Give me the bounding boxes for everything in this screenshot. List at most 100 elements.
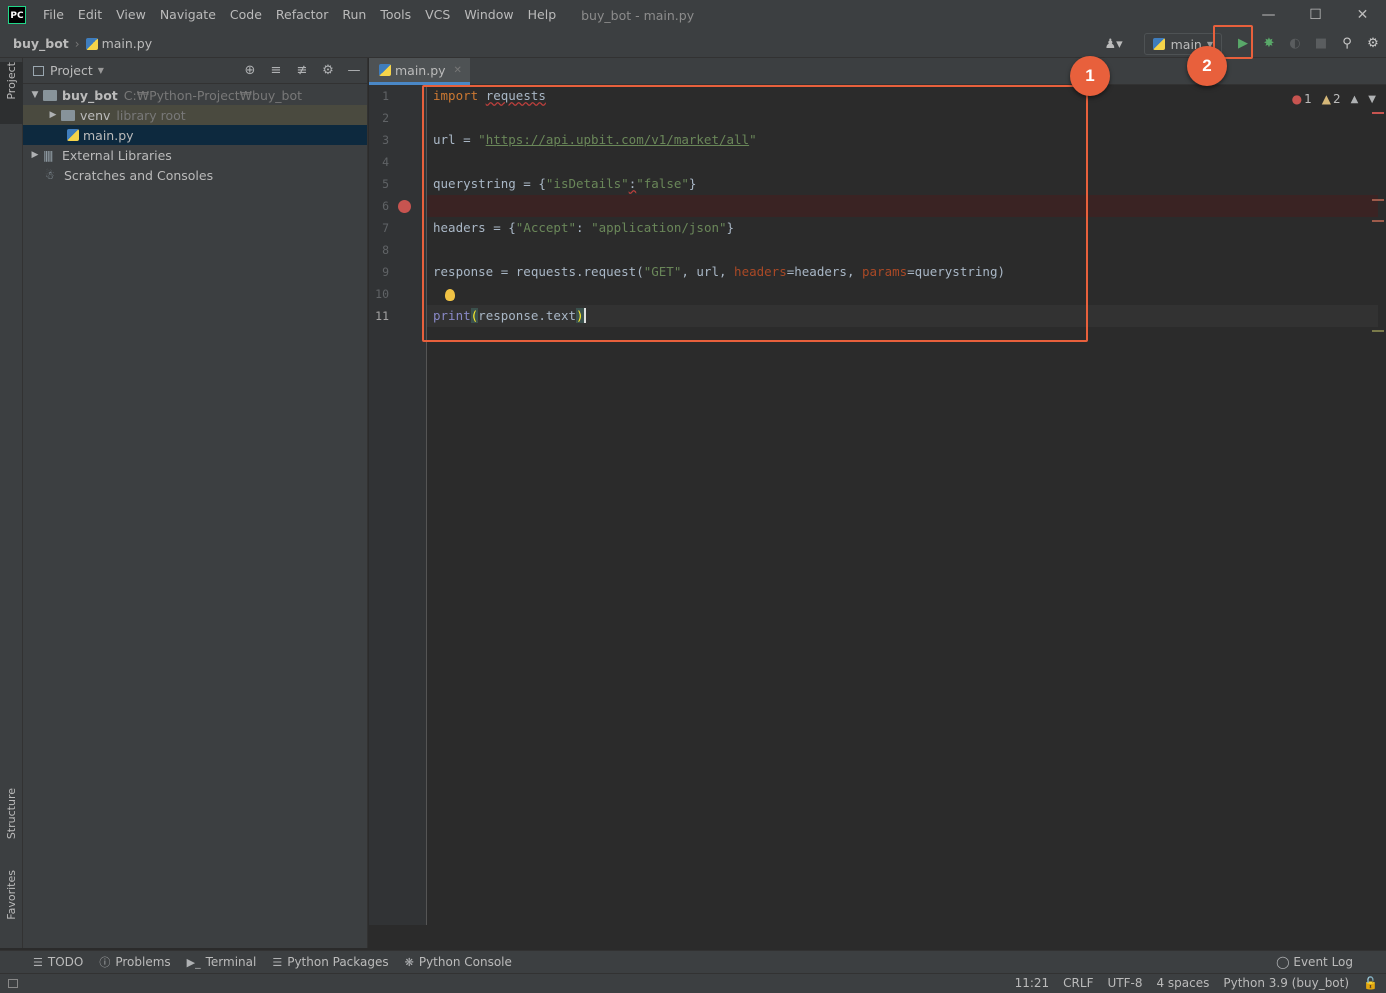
- caret-position[interactable]: 11:21: [1015, 974, 1050, 993]
- menu-navigate[interactable]: Navigate: [153, 0, 223, 30]
- terminal-icon: ▶_: [186, 955, 201, 969]
- error-stripe-marker[interactable]: [1372, 330, 1384, 332]
- todo-tab[interactable]: ☰ TODO: [33, 955, 83, 969]
- python-file-icon: [67, 129, 79, 141]
- breadcrumb-project[interactable]: buy_bot: [13, 36, 69, 51]
- line-number: 5: [382, 177, 389, 191]
- line-number: 7: [382, 221, 389, 235]
- coverage-icon[interactable]: ◐: [1282, 30, 1308, 58]
- gear-icon[interactable]: ⚙: [315, 58, 341, 84]
- project-tool-tab[interactable]: Project: [0, 62, 23, 124]
- search-icon[interactable]: ⚲: [1334, 30, 1360, 58]
- python-packages-tab[interactable]: ☰ Python Packages: [272, 955, 388, 969]
- menu-bar: File Edit View Navigate Code Refactor Ru…: [36, 0, 563, 30]
- line-separator[interactable]: CRLF: [1063, 974, 1093, 993]
- menu-window[interactable]: Window: [457, 0, 520, 30]
- menu-file[interactable]: File: [36, 0, 71, 30]
- line-number: 11: [375, 309, 389, 323]
- project-view-selector[interactable]: Project ▼: [33, 63, 104, 78]
- chevron-right-icon[interactable]: ▶: [27, 150, 43, 160]
- favorites-tool-tab[interactable]: Favorites: [0, 870, 23, 940]
- warning-count: 2: [1332, 92, 1341, 106]
- line-number: 1: [382, 89, 389, 103]
- structure-tool-tab[interactable]: Structure: [0, 788, 23, 858]
- menu-edit[interactable]: Edit: [71, 0, 109, 30]
- breadcrumb-separator-icon: ›: [74, 36, 80, 51]
- file-encoding[interactable]: UTF-8: [1107, 974, 1142, 993]
- folder-icon: [43, 89, 57, 101]
- close-icon[interactable]: ✕: [1339, 0, 1386, 30]
- python-interpreter[interactable]: Python 3.9 (buy_bot): [1223, 974, 1349, 993]
- warning-icon: ▲: [1321, 92, 1331, 106]
- stop-icon[interactable]: ■: [1308, 30, 1334, 58]
- problems-tab[interactable]: ⓘ Problems: [99, 954, 170, 970]
- error-icon: ●: [1291, 92, 1303, 106]
- error-stripe-marker[interactable]: [1372, 199, 1384, 201]
- collapse-all-icon[interactable]: ≢: [289, 58, 315, 84]
- line-number: 6: [382, 199, 389, 213]
- project-panel-title: Project: [50, 63, 93, 78]
- maximize-icon[interactable]: ☐: [1292, 0, 1339, 30]
- scratches-icon: ☃: [45, 168, 55, 182]
- tree-item-main-py[interactable]: main.py: [23, 125, 367, 145]
- menu-refactor[interactable]: Refactor: [269, 0, 335, 30]
- debug-icon[interactable]: ✸: [1256, 30, 1282, 58]
- error-count: 1: [1304, 92, 1312, 106]
- project-view-icon: [33, 65, 44, 76]
- tree-item-scratches[interactable]: ☃ Scratches and Consoles: [23, 165, 367, 185]
- breakpoint-icon[interactable]: [398, 200, 411, 213]
- status-bar: 11:21 CRLF UTF-8 4 spaces Python 3.9 (bu…: [0, 973, 1386, 993]
- tree-item-venv[interactable]: ▶ venv library root: [23, 105, 367, 125]
- breadcrumb: buy_bot › main.py: [0, 36, 152, 51]
- indent-setting[interactable]: 4 spaces: [1156, 974, 1209, 993]
- info-icon: ⓘ: [99, 956, 111, 969]
- editor-tab-bar: main.py ✕: [369, 58, 1386, 85]
- event-log-tab[interactable]: ◯ Event Log: [1276, 951, 1353, 974]
- line-number: 8: [382, 243, 389, 257]
- line-number: 4: [382, 155, 389, 169]
- menu-view[interactable]: View: [109, 0, 153, 30]
- line-number: 10: [375, 287, 389, 301]
- tree-item-buy-bot[interactable]: ▼ buy_bot C:₩Python-Project₩buy_bot: [23, 85, 367, 105]
- project-tree: ▼ buy_bot C:₩Python-Project₩buy_bot ▶ ve…: [23, 84, 367, 185]
- inspection-widget[interactable]: ● 1 ▲ 2 ▲ ▼: [1292, 92, 1376, 106]
- menu-vcs[interactable]: VCS: [418, 0, 457, 30]
- chevron-down-icon[interactable]: ▼: [1368, 94, 1376, 105]
- toggle-tool-windows-icon[interactable]: [8, 979, 18, 988]
- editor-gutter[interactable]: 1 2 3 4 5 6 7 8 9 10 11: [369, 85, 427, 925]
- terminal-tab[interactable]: ▶_ Terminal: [187, 955, 257, 969]
- chevron-down-icon[interactable]: ▼: [27, 90, 43, 100]
- folder-icon: [61, 109, 75, 121]
- locate-icon[interactable]: ⊕: [237, 58, 263, 84]
- error-stripe-marker[interactable]: [1372, 220, 1384, 222]
- python-console-tab[interactable]: ❋ Python Console: [405, 955, 512, 969]
- chevron-down-icon: ▼: [97, 66, 104, 75]
- menu-help[interactable]: Help: [521, 0, 564, 30]
- menu-code[interactable]: Code: [223, 0, 269, 30]
- annotation-badge-1: 1: [1070, 56, 1110, 96]
- python-icon: [1152, 38, 1165, 50]
- line-number: 9: [382, 265, 389, 279]
- code-highlight-box: [422, 85, 1088, 342]
- hide-icon[interactable]: —: [341, 58, 367, 84]
- line-number: 3: [382, 133, 389, 147]
- title-bar: PC File Edit View Navigate Code Refactor…: [0, 0, 1386, 30]
- menu-run[interactable]: Run: [335, 0, 373, 30]
- breadcrumb-file[interactable]: main.py: [102, 36, 153, 51]
- expand-all-icon[interactable]: ≡: [263, 58, 289, 84]
- user-icon[interactable]: ♟▾: [1100, 37, 1128, 52]
- close-tab-icon[interactable]: ✕: [454, 65, 462, 76]
- layers-icon: ☰: [272, 955, 283, 969]
- list-icon: ☰: [33, 955, 43, 969]
- chevron-up-icon[interactable]: ▲: [1351, 94, 1359, 105]
- menu-tools[interactable]: Tools: [373, 0, 418, 30]
- window-title: buy_bot - main.py: [581, 7, 695, 23]
- tree-item-external-libraries[interactable]: ▶ |||‖ External Libraries: [23, 145, 367, 165]
- editor-tab-main-py[interactable]: main.py ✕: [369, 58, 470, 85]
- python-file-icon: [85, 37, 98, 50]
- error-stripe-marker[interactable]: [1372, 112, 1384, 114]
- chevron-right-icon[interactable]: ▶: [45, 110, 61, 120]
- navigation-bar: buy_bot › main.py ♟▾ main ▼ ▶ ✸ ◐ ■ ⚲ ⚙: [0, 30, 1386, 58]
- lock-icon[interactable]: 🔓: [1363, 974, 1378, 993]
- gear-icon[interactable]: ⚙: [1360, 30, 1386, 58]
